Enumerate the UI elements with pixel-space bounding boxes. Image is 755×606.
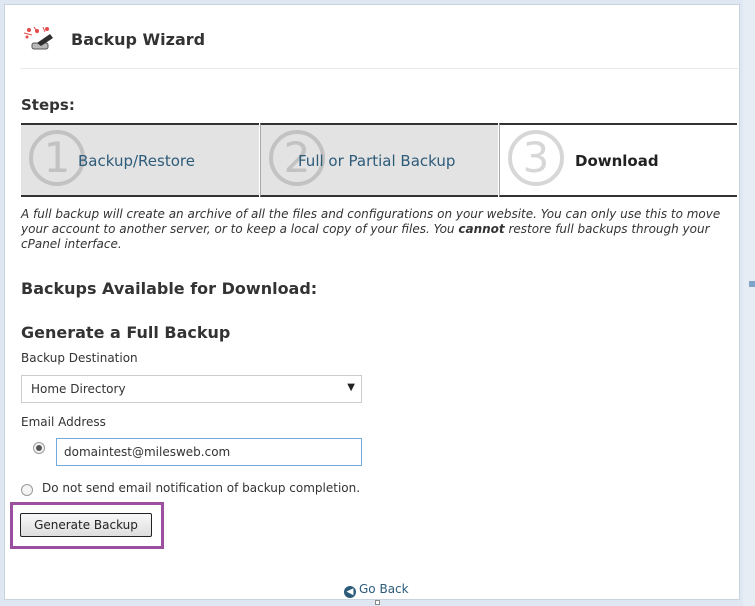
- go-back-link[interactable]: ◀ Go Back: [344, 582, 409, 598]
- email-address-label: Email Address: [21, 415, 106, 429]
- no-email-radio[interactable]: [21, 484, 33, 496]
- generate-heading: Generate a Full Backup: [21, 323, 231, 342]
- no-email-label: Do not send email notification of backup…: [42, 481, 361, 495]
- email-notify-radio[interactable]: [33, 442, 45, 454]
- scrollbar[interactable]: [743, 0, 755, 606]
- steps-bar: 1 Backup/Restore 2 Full or Partial Backu…: [21, 123, 737, 197]
- step-label: Full or Partial Backup: [298, 152, 456, 170]
- scrollbar-marker: [749, 281, 755, 287]
- go-back-label: Go Back: [359, 582, 409, 596]
- full-backup-description: A full backup will create an archive of …: [21, 207, 733, 252]
- resize-handle[interactable]: [375, 600, 380, 605]
- step-label: Download: [575, 152, 659, 170]
- caret-down-icon: ▼: [347, 382, 355, 393]
- arrow-left-circle-icon: ◀: [344, 586, 356, 598]
- page-header: Backup Wizard: [20, 21, 738, 69]
- downloads-heading: Backups Available for Download:: [21, 279, 318, 298]
- select-value: Home Directory: [31, 382, 126, 396]
- backup-wizard-panel: Backup Wizard Steps: 1 Backup/Restore 2 …: [4, 4, 740, 600]
- step-full-or-partial-backup[interactable]: 2 Full or Partial Backup: [260, 123, 498, 197]
- wizard-wand-icon: [23, 26, 53, 50]
- email-field[interactable]: [56, 438, 362, 466]
- backup-destination-label: Backup Destination: [21, 351, 138, 365]
- steps-heading: Steps:: [21, 96, 75, 114]
- backup-destination-select[interactable]: Home Directory ▼: [21, 375, 362, 403]
- description-emphasis: cannot: [458, 222, 505, 236]
- generate-backup-button[interactable]: Generate Backup: [20, 513, 152, 537]
- page-title: Backup Wizard: [71, 30, 206, 49]
- step-label: Backup/Restore: [78, 152, 195, 170]
- step-backup-restore[interactable]: 1 Backup/Restore: [21, 123, 259, 197]
- step-number: 1: [29, 130, 85, 186]
- step-download[interactable]: 3 Download: [499, 123, 737, 197]
- step-number: 3: [508, 130, 564, 186]
